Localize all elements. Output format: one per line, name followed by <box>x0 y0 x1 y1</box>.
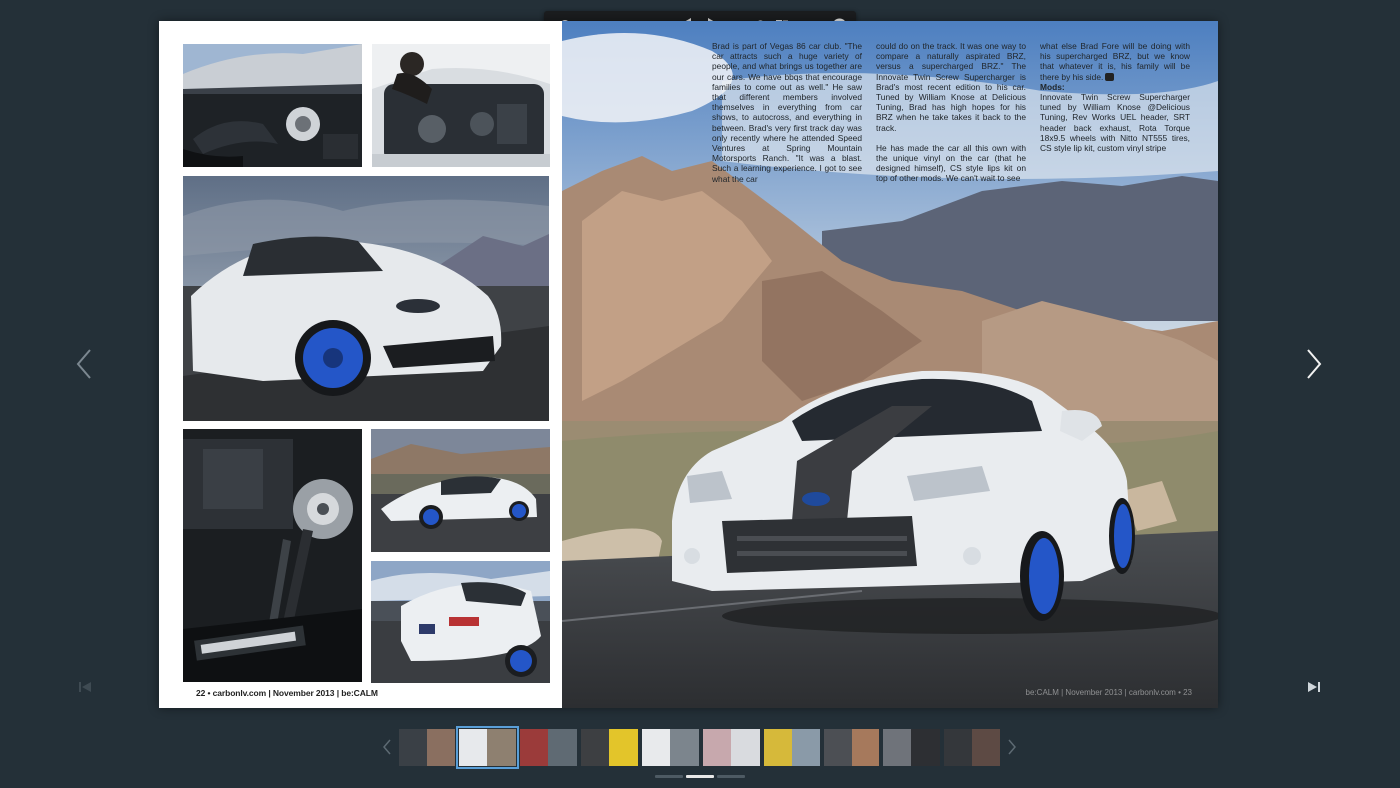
article-column-1: Brad is part of Vegas 86 car club. "The … <box>712 41 862 194</box>
previous-spread-button[interactable] <box>69 344 99 384</box>
page-thumbnail[interactable] <box>944 729 1000 766</box>
skip-to-end-icon <box>1308 682 1320 692</box>
right-page[interactable]: Brad is part of Vegas 86 car club. "The … <box>562 21 1218 708</box>
page-thumbnail[interactable] <box>399 729 455 766</box>
first-page-button[interactable] <box>78 680 92 694</box>
article-column-3: what else Brad Fore will be doing with h… <box>1040 41 1190 153</box>
magazine-spread[interactable]: 22 • carbonlv.com | November 2013 | be:C… <box>159 21 1218 708</box>
left-page[interactable]: 22 • carbonlv.com | November 2013 | be:C… <box>159 21 562 708</box>
mods-heading: Mods: <box>1040 81 1065 92</box>
thumbnail-page-indicator[interactable] <box>717 775 745 778</box>
chevron-left-icon <box>76 349 91 379</box>
engine-bay-photo <box>183 44 362 167</box>
mods-list: Innovate Twin Screw Supercharger tuned b… <box>1040 92 1190 154</box>
supercharger-photo <box>183 429 362 682</box>
page-thumbnail[interactable] <box>581 729 638 766</box>
brz-front-small-photo <box>371 429 550 552</box>
right-page-footer: be:CALM | November 2013 | carbonlv.com •… <box>1025 688 1192 697</box>
article-paragraph: Brad is part of Vegas 86 car club. "The … <box>712 41 862 184</box>
thumbnail-page-indicator-current[interactable] <box>686 775 714 778</box>
article-end-mark-icon <box>1105 73 1115 82</box>
article-paragraph: what else Brad Fore will be doing with h… <box>1040 41 1190 82</box>
last-page-button[interactable] <box>1307 680 1321 694</box>
page-thumbnail[interactable] <box>520 729 577 766</box>
page-thumbnail[interactable] <box>642 729 699 766</box>
next-spread-button[interactable] <box>1299 344 1329 384</box>
thumbnail-page-indicator[interactable] <box>655 775 683 778</box>
page-thumbnail[interactable] <box>764 729 820 766</box>
article-closing-text: what else Brad Fore will be doing with h… <box>1040 41 1190 82</box>
chevron-right-icon <box>1008 739 1016 755</box>
page-thumbnail[interactable] <box>703 729 760 766</box>
page-thumbnail[interactable] <box>883 729 940 766</box>
article-paragraph: He has made the car all this own with th… <box>876 142 1026 184</box>
left-page-footer: 22 • carbonlv.com | November 2013 | be:C… <box>196 688 378 698</box>
chevron-right-icon <box>1307 349 1322 379</box>
article-column-2: could do on the track. It was one way to… <box>876 41 1026 194</box>
skip-to-start-icon <box>79 682 91 692</box>
thumbnails-previous-button[interactable] <box>382 738 392 756</box>
brz-rear-photo <box>371 561 550 683</box>
page-thumbnail[interactable] <box>824 729 879 766</box>
owner-engine-photo <box>372 44 550 167</box>
page-thumbnail-current[interactable] <box>456 726 519 769</box>
chevron-left-icon <box>383 739 391 755</box>
article-paragraph: could do on the track. It was one way to… <box>876 41 1026 133</box>
brz-side-photo <box>183 176 549 421</box>
thumbnails-next-button[interactable] <box>1007 738 1017 756</box>
